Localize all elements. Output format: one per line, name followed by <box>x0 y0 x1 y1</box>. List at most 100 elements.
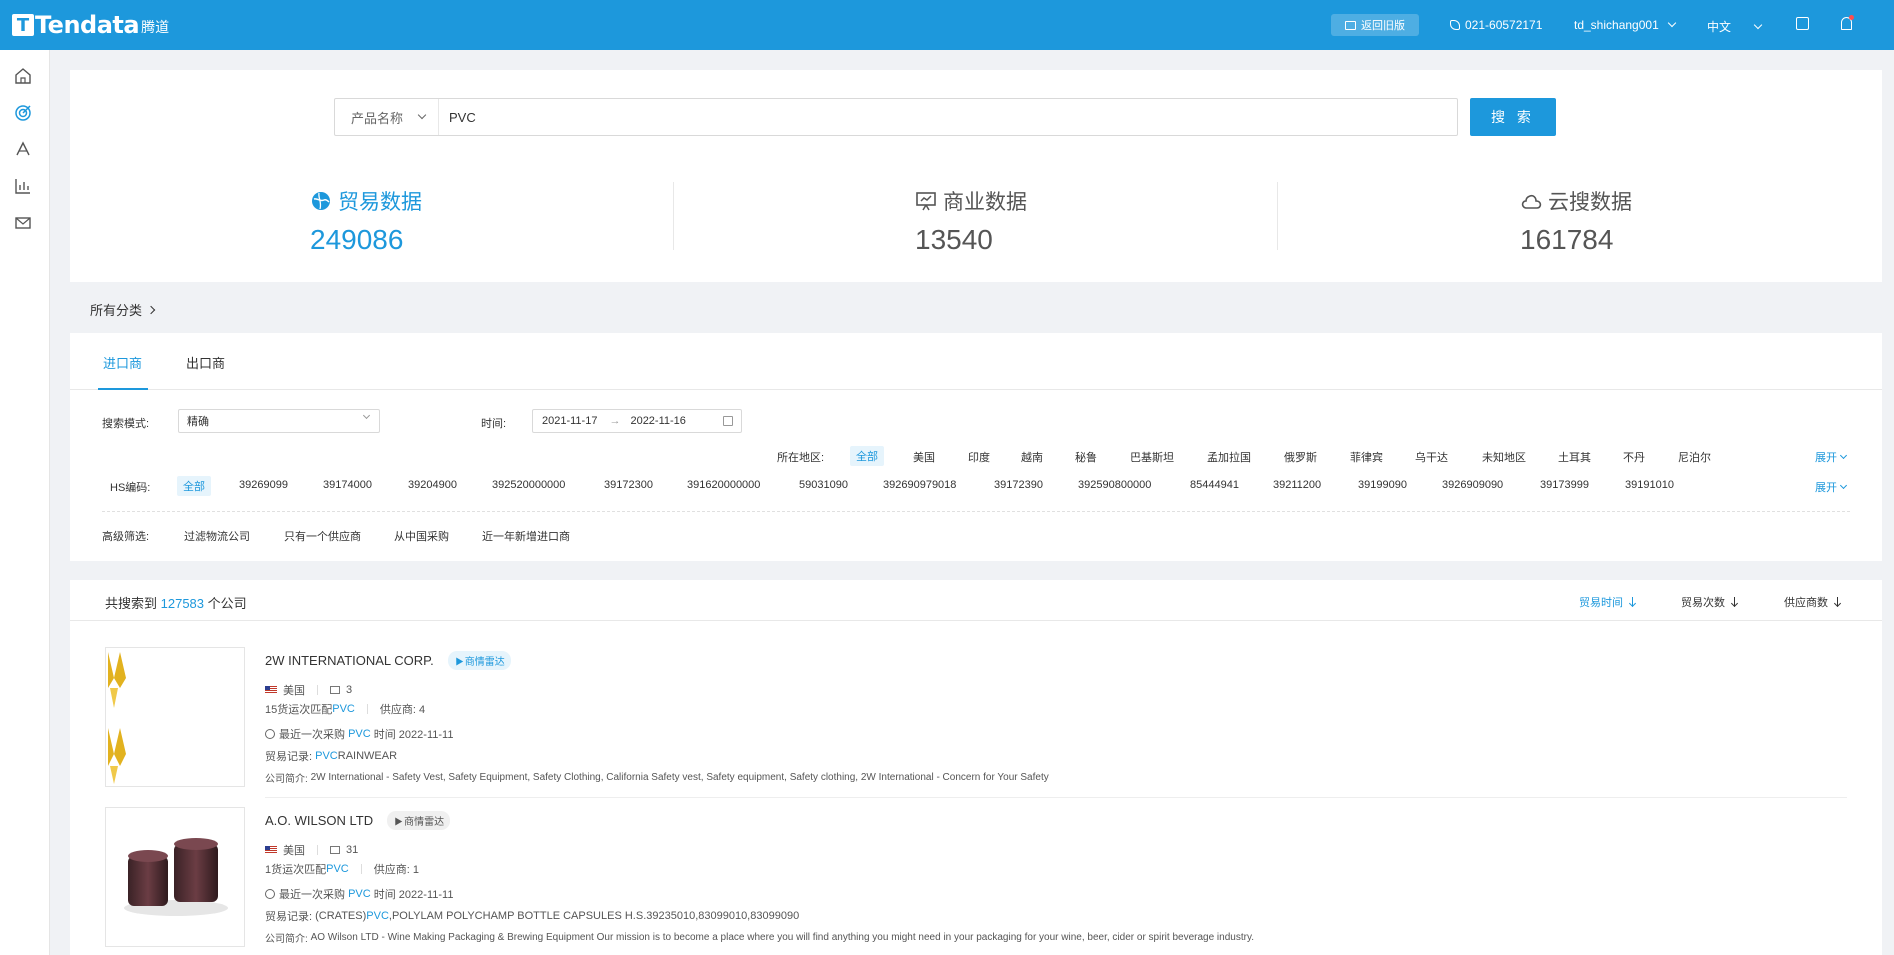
hs-code-chip[interactable]: 39173999 <box>1540 479 1589 491</box>
radar-icon[interactable] <box>14 140 32 158</box>
email-count[interactable]: 31 <box>346 844 358 856</box>
mail-icon[interactable] <box>14 214 32 232</box>
radar-badge[interactable]: 商情雷达 <box>387 811 451 830</box>
tab-ink-bar <box>98 388 148 390</box>
hs-code-chip[interactable]: 392690979018 <box>883 479 956 491</box>
company-intro: 公司简介: AO Wilson LTD - Wine Making Packag… <box>265 930 1254 945</box>
match-prefix: 1货运次匹配 <box>265 864 327 876</box>
date-range-picker[interactable]: 2021-11-17 → 2022-11-16 <box>532 409 742 433</box>
region-chip[interactable]: 印度 <box>968 449 990 465</box>
region-chip[interactable]: 越南 <box>1021 449 1043 465</box>
stat-business-data[interactable]: 商业数据 13540 <box>915 186 1027 256</box>
logo-text: Tendata <box>35 11 140 39</box>
match-info: 15货运次匹配 PVC 供应商: 4 <box>265 701 425 717</box>
supplier-count: 供应商: 4 <box>379 704 426 716</box>
sort-trade-time[interactable]: 贸易时间 <box>1579 594 1637 610</box>
hs-code-chip[interactable]: 39211200 <box>1273 479 1321 491</box>
hs-code-label: HS编码: <box>110 482 151 494</box>
email-count[interactable]: 3 <box>346 684 352 696</box>
hs-code-chip[interactable]: 全部 <box>177 476 211 496</box>
stat-cloud-data[interactable]: 云搜数据 161784 <box>1520 186 1632 256</box>
region-chip[interactable]: 全部 <box>850 446 884 466</box>
region-chip[interactable]: 乌干达 <box>1415 449 1448 465</box>
company-logo-image[interactable] <box>105 647 245 787</box>
date-end: 2022-11-16 <box>630 415 686 427</box>
logo[interactable]: T Tendata 腾道 <box>12 10 169 40</box>
region-chip[interactable]: 孟加拉国 <box>1207 449 1251 465</box>
language-label: 中文 <box>1707 20 1732 34</box>
region-chip[interactable]: 秘鲁 <box>1075 449 1097 465</box>
hs-code-chip[interactable]: 39172390 <box>994 479 1043 491</box>
language-menu[interactable]: 中文 <box>1707 18 1763 35</box>
phone-text: 021-60572171 <box>1465 18 1543 32</box>
region-chip[interactable]: 尼泊尔 <box>1678 449 1711 465</box>
hs-code-expand-button[interactable]: 展开 <box>1815 479 1848 495</box>
chevron-down-icon <box>1839 451 1848 460</box>
stat-cloud-label: 云搜数据 <box>1548 191 1632 214</box>
stat-business-label: 商业数据 <box>943 191 1027 214</box>
company-logo-image[interactable] <box>105 807 245 947</box>
hs-code-chip[interactable]: 39172300 <box>604 479 653 491</box>
time-label: 时间: <box>481 418 507 430</box>
sort-supplier-count[interactable]: 供应商数 <box>1784 594 1842 610</box>
match-keyword: PVC <box>326 863 349 875</box>
company-name[interactable]: A.O. WILSON LTD 商情雷达 <box>265 811 451 830</box>
advanced-filter-option[interactable]: 过滤物流公司 <box>184 528 250 544</box>
search-input[interactable] <box>439 99 1457 135</box>
globe-icon <box>312 192 330 210</box>
expand-label: 展开 <box>1815 482 1837 494</box>
all-categories-link[interactable]: 所有分类 <box>90 300 156 319</box>
date-start: 2021-11-17 <box>542 415 598 427</box>
target-icon[interactable] <box>14 104 32 122</box>
hs-code-chip[interactable]: 85444941 <box>1190 479 1239 491</box>
hs-code-chip[interactable]: 39174000 <box>323 479 372 491</box>
hs-code-chip[interactable]: 392590800000 <box>1078 479 1151 491</box>
search-mode-select[interactable]: 精确 <box>178 409 380 433</box>
expand-label: 展开 <box>1815 452 1837 464</box>
row-divider <box>265 797 1847 798</box>
sort-trade-count[interactable]: 贸易次数 <box>1681 594 1739 610</box>
region-chip[interactable]: 巴基斯坦 <box>1130 449 1174 465</box>
help-icon[interactable] <box>1796 17 1809 30</box>
company-country: 美国 <box>283 845 305 857</box>
hs-code-chip[interactable]: 39204900 <box>408 479 457 491</box>
trade-record-prefix: (CRATES) <box>315 910 367 922</box>
trade-record: 贸易记录: PVC RAINWEAR <box>265 748 397 764</box>
bar-chart-icon[interactable] <box>14 177 32 195</box>
search-type-select[interactable]: 产品名称 <box>335 99 439 135</box>
hs-code-chip[interactable]: 59031090 <box>799 479 848 491</box>
home-icon[interactable] <box>14 67 32 85</box>
region-chip[interactable]: 土耳其 <box>1558 449 1591 465</box>
intro-label: 公司简介: <box>265 934 308 945</box>
hs-code-chip[interactable]: 391620000000 <box>687 479 760 491</box>
notification-dot <box>1849 15 1854 20</box>
region-chip[interactable]: 不丹 <box>1623 449 1645 465</box>
advanced-filter-option[interactable]: 从中国采购 <box>394 528 449 544</box>
region-chip[interactable]: 未知地区 <box>1482 449 1526 465</box>
hs-code-chip[interactable]: 39191010 <box>1625 479 1674 491</box>
user-menu[interactable]: td_shichang001 <box>1574 18 1676 32</box>
last-purchase-prefix: 最近一次采购 <box>279 889 345 901</box>
advanced-filter-option[interactable]: 只有一个供应商 <box>284 528 361 544</box>
hs-code-chip[interactable]: 392520000000 <box>492 479 565 491</box>
company-name[interactable]: 2W INTERNATIONAL CORP. 商情雷达 <box>265 651 511 670</box>
company-name-text: 2W INTERNATIONAL CORP. <box>265 653 434 668</box>
separator <box>317 685 318 695</box>
presentation-icon <box>916 192 936 211</box>
search-button[interactable]: 搜 索 <box>1470 98 1556 136</box>
radar-badge[interactable]: 商情雷达 <box>447 651 511 670</box>
region-expand-button[interactable]: 展开 <box>1815 449 1848 465</box>
count-number: 127583 <box>160 596 205 611</box>
advanced-filter-option[interactable]: 近一年新增进口商 <box>482 528 570 544</box>
tab-exporters[interactable]: 出口商 <box>186 353 225 372</box>
hs-code-chip[interactable]: 39269099 <box>239 479 288 491</box>
return-old-version-label: 返回旧版 <box>1361 20 1405 32</box>
hs-code-chip[interactable]: 39199090 <box>1358 479 1407 491</box>
tab-importers[interactable]: 进口商 <box>103 353 142 372</box>
stat-trade-data[interactable]: 贸易数据 249086 <box>310 186 422 256</box>
hs-code-chip[interactable]: 3926909090 <box>1442 479 1503 491</box>
region-chip[interactable]: 美国 <box>913 449 935 465</box>
return-old-version-button[interactable]: 返回旧版 <box>1331 14 1419 36</box>
region-chip[interactable]: 菲律宾 <box>1350 449 1383 465</box>
region-chip[interactable]: 俄罗斯 <box>1284 449 1317 465</box>
